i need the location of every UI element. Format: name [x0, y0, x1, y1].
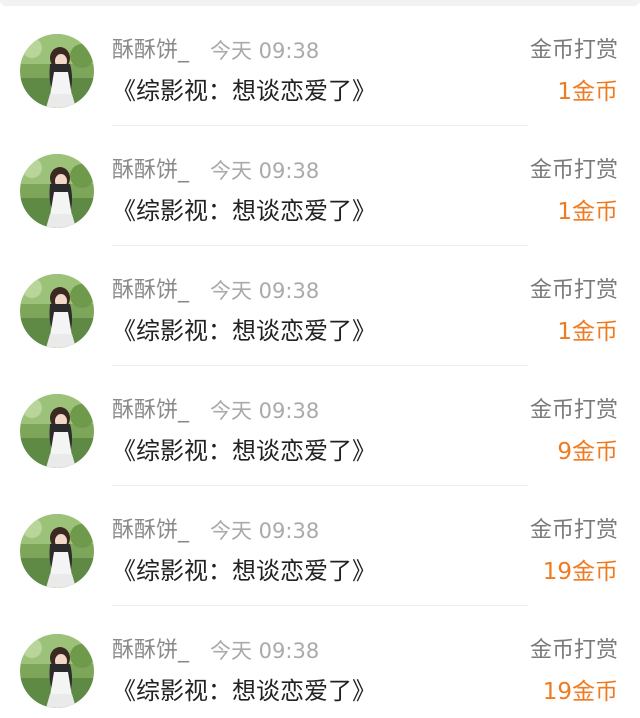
reward-type-label: 金币打赏	[529, 638, 618, 663]
avatar-photo-icon	[20, 34, 94, 108]
record-time: 今天 09:38	[210, 639, 320, 663]
reward-record-row[interactable]: 酥酥饼_ 今天 09:38 金币打赏 《综影视：想谈恋爱了》 9金币	[0, 366, 640, 486]
reward-amount: 19金币	[542, 679, 618, 705]
record-time: 今天 09:38	[210, 39, 320, 63]
book-title[interactable]: 《综影视：想谈恋爱了》	[112, 314, 376, 348]
user-avatar[interactable]	[20, 274, 94, 348]
book-title[interactable]: 《综影视：想谈恋爱了》	[112, 194, 376, 228]
book-title[interactable]: 《综影视：想谈恋爱了》	[112, 674, 376, 708]
user-avatar[interactable]	[20, 154, 94, 228]
reward-amount: 1金币	[557, 319, 618, 345]
avatar-photo-icon	[20, 154, 94, 228]
avatar-photo-icon	[20, 514, 94, 588]
book-title[interactable]: 《综影视：想谈恋爱了》	[112, 74, 376, 108]
reward-record-row[interactable]: 酥酥饼_ 今天 09:38 金币打赏 《综影视：想谈恋爱了》 1金币	[0, 126, 640, 246]
book-title[interactable]: 《综影视：想谈恋爱了》	[112, 554, 376, 588]
reward-record-row[interactable]: 酥酥饼_ 今天 09:38 金币打赏 《综影视：想谈恋爱了》 19金币	[0, 606, 640, 718]
reward-record-row[interactable]: 酥酥饼_ 今天 09:38 金币打赏 《综影视：想谈恋爱了》 1金币	[0, 246, 640, 366]
record-time: 今天 09:38	[210, 519, 320, 543]
user-name[interactable]: 酥酥饼_	[112, 156, 189, 186]
avatar-photo-icon	[20, 394, 94, 468]
user-avatar[interactable]	[20, 634, 94, 708]
user-avatar[interactable]	[20, 514, 94, 588]
avatar-photo-icon	[20, 634, 94, 708]
record-time: 今天 09:38	[210, 159, 320, 183]
avatar-photo-icon	[20, 274, 94, 348]
user-name[interactable]: 酥酥饼_	[112, 636, 189, 666]
user-avatar[interactable]	[20, 34, 94, 108]
reward-amount: 19金币	[542, 559, 618, 585]
reward-record-row[interactable]: 酥酥饼_ 今天 09:38 金币打赏 《综影视：想谈恋爱了》 19金币	[0, 486, 640, 606]
reward-type-label: 金币打赏	[529, 38, 618, 63]
user-name[interactable]: 酥酥饼_	[112, 516, 189, 546]
reward-type-label: 金币打赏	[529, 158, 618, 183]
book-title[interactable]: 《综影视：想谈恋爱了》	[112, 434, 376, 468]
record-time: 今天 09:38	[210, 399, 320, 423]
reward-type-label: 金币打赏	[529, 278, 618, 303]
reward-type-label: 金币打赏	[529, 518, 618, 543]
user-name[interactable]: 酥酥饼_	[112, 396, 189, 426]
reward-amount: 1金币	[557, 199, 618, 225]
user-avatar[interactable]	[20, 394, 94, 468]
record-time: 今天 09:38	[210, 279, 320, 303]
reward-record-row[interactable]: 酥酥饼_ 今天 09:38 金币打赏 《综影视：想谈恋爱了》 1金币	[0, 6, 640, 126]
reward-amount: 1金币	[557, 79, 618, 105]
user-name[interactable]: 酥酥饼_	[112, 36, 189, 66]
user-name[interactable]: 酥酥饼_	[112, 276, 189, 306]
reward-type-label: 金币打赏	[529, 398, 618, 423]
reward-amount: 9金币	[557, 439, 618, 465]
